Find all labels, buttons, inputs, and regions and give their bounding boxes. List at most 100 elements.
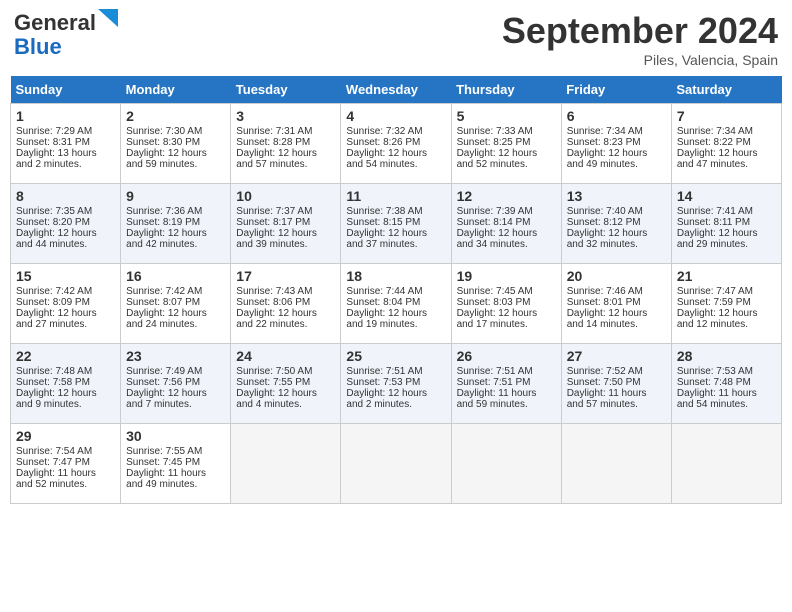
sunrise-text: Sunrise: 7:38 AM bbox=[346, 206, 422, 217]
daylight-text: Daylight: 12 hours and 14 minutes. bbox=[567, 308, 648, 330]
sunset-text: Sunset: 7:51 PM bbox=[457, 377, 531, 388]
sunset-text: Sunset: 8:19 PM bbox=[126, 217, 200, 228]
sunrise-text: Sunrise: 7:41 AM bbox=[677, 206, 753, 217]
daylight-text: Daylight: 12 hours and 19 minutes. bbox=[346, 308, 427, 330]
sunset-text: Sunset: 8:26 PM bbox=[346, 137, 420, 148]
daylight-text: Daylight: 12 hours and 27 minutes. bbox=[16, 308, 97, 330]
calendar-cell: 1Sunrise: 7:29 AMSunset: 8:31 PMDaylight… bbox=[11, 104, 121, 184]
day-number: 14 bbox=[677, 188, 776, 204]
sunrise-text: Sunrise: 7:47 AM bbox=[677, 286, 753, 297]
day-header-wednesday: Wednesday bbox=[341, 76, 451, 104]
day-number: 21 bbox=[677, 268, 776, 284]
calendar-cell: 9Sunrise: 7:36 AMSunset: 8:19 PMDaylight… bbox=[121, 184, 231, 264]
day-number: 23 bbox=[126, 348, 225, 364]
sunset-text: Sunset: 8:28 PM bbox=[236, 137, 310, 148]
sunrise-text: Sunrise: 7:46 AM bbox=[567, 286, 643, 297]
sunrise-text: Sunrise: 7:42 AM bbox=[16, 286, 92, 297]
sunrise-text: Sunrise: 7:32 AM bbox=[346, 126, 422, 137]
calendar-cell: 13Sunrise: 7:40 AMSunset: 8:12 PMDayligh… bbox=[561, 184, 671, 264]
sunset-text: Sunset: 8:25 PM bbox=[457, 137, 531, 148]
calendar-cell: 15Sunrise: 7:42 AMSunset: 8:09 PMDayligh… bbox=[11, 264, 121, 344]
sunrise-text: Sunrise: 7:54 AM bbox=[16, 446, 92, 457]
daylight-text: Daylight: 12 hours and 22 minutes. bbox=[236, 308, 317, 330]
calendar-cell: 19Sunrise: 7:45 AMSunset: 8:03 PMDayligh… bbox=[451, 264, 561, 344]
sunrise-text: Sunrise: 7:34 AM bbox=[677, 126, 753, 137]
daylight-text: Daylight: 13 hours and 2 minutes. bbox=[16, 148, 97, 170]
daylight-text: Daylight: 12 hours and 7 minutes. bbox=[126, 388, 207, 410]
sunset-text: Sunset: 8:09 PM bbox=[16, 297, 90, 308]
calendar-week-4: 22Sunrise: 7:48 AMSunset: 7:58 PMDayligh… bbox=[11, 344, 782, 424]
logo-general: General bbox=[14, 10, 96, 36]
day-number: 8 bbox=[16, 188, 115, 204]
sunset-text: Sunset: 8:06 PM bbox=[236, 297, 310, 308]
sunset-text: Sunset: 8:15 PM bbox=[346, 217, 420, 228]
calendar-cell: 18 Sunrise: 7:44 AMSunset: 8:04 PMDayligh… bbox=[341, 264, 451, 344]
sunset-text: Sunset: 7:53 PM bbox=[346, 377, 420, 388]
daylight-text: Daylight: 12 hours and 4 minutes. bbox=[236, 388, 317, 410]
daylight-text: Daylight: 12 hours and 52 minutes. bbox=[457, 148, 538, 170]
sunrise-text: Sunrise: 7:51 AM bbox=[457, 366, 533, 377]
calendar-cell bbox=[561, 424, 671, 504]
daylight-text: Daylight: 12 hours and 29 minutes. bbox=[677, 228, 758, 250]
daylight-text: Daylight: 12 hours and 37 minutes. bbox=[346, 228, 427, 250]
month-title: September 2024 bbox=[502, 10, 778, 52]
sunset-text: Sunset: 8:17 PM bbox=[236, 217, 310, 228]
calendar-cell: 5Sunrise: 7:33 AMSunset: 8:25 PMDaylight… bbox=[451, 104, 561, 184]
day-number: 30 bbox=[126, 428, 225, 444]
daylight-text: Daylight: 12 hours and 59 minutes. bbox=[126, 148, 207, 170]
calendar-cell bbox=[451, 424, 561, 504]
day-number: 12 bbox=[457, 188, 556, 204]
calendar-cell: 27Sunrise: 7:52 AMSunset: 7:50 PMDayligh… bbox=[561, 344, 671, 424]
calendar-cell: 17Sunrise: 7:43 AMSunset: 8:06 PMDayligh… bbox=[231, 264, 341, 344]
sunrise-text: Sunrise: 7:55 AM bbox=[126, 446, 202, 457]
sunset-text: Sunset: 8:23 PM bbox=[567, 137, 641, 148]
sunset-text: Sunset: 8:03 PM bbox=[457, 297, 531, 308]
day-number: 26 bbox=[457, 348, 556, 364]
calendar-week-3: 15Sunrise: 7:42 AMSunset: 8:09 PMDayligh… bbox=[11, 264, 782, 344]
daylight-text: Daylight: 12 hours and 49 minutes. bbox=[567, 148, 648, 170]
sunset-text: Sunset: 7:55 PM bbox=[236, 377, 310, 388]
daylight-text: Daylight: 11 hours and 59 minutes. bbox=[457, 388, 537, 410]
day-number: 20 bbox=[567, 268, 666, 284]
sunset-text: Sunset: 8:07 PM bbox=[126, 297, 200, 308]
day-number: 11 bbox=[346, 188, 445, 204]
daylight-text: Daylight: 12 hours and 9 minutes. bbox=[16, 388, 97, 410]
calendar-cell: 16Sunrise: 7:42 AMSunset: 8:07 PMDayligh… bbox=[121, 264, 231, 344]
day-number: 24 bbox=[236, 348, 335, 364]
sunset-text: Sunset: 8:30 PM bbox=[126, 137, 200, 148]
calendar-week-1: 1Sunrise: 7:29 AMSunset: 8:31 PMDaylight… bbox=[11, 104, 782, 184]
sunset-text: Sunset: 8:20 PM bbox=[16, 217, 90, 228]
daylight-text: Daylight: 12 hours and 57 minutes. bbox=[236, 148, 317, 170]
daylight-text: Daylight: 12 hours and 44 minutes. bbox=[16, 228, 97, 250]
sunrise-text: Sunrise: 7:37 AM bbox=[236, 206, 312, 217]
calendar-cell: 7Sunrise: 7:34 AMSunset: 8:22 PMDaylight… bbox=[671, 104, 781, 184]
day-number: 1 bbox=[16, 108, 115, 124]
calendar-cell: 12Sunrise: 7:39 AMSunset: 8:14 PMDayligh… bbox=[451, 184, 561, 264]
calendar-cell: 14Sunrise: 7:41 AMSunset: 8:11 PMDayligh… bbox=[671, 184, 781, 264]
sunset-text: Sunset: 7:45 PM bbox=[126, 457, 200, 468]
calendar-cell bbox=[231, 424, 341, 504]
sunrise-text: Sunrise: 7:39 AM bbox=[457, 206, 533, 217]
sunset-text: Sunset: 8:04 PM bbox=[346, 297, 420, 308]
calendar-cell: 20 Sunrise: 7:46 AMSunset: 8:01 PMDayligh… bbox=[561, 264, 671, 344]
sunrise-text: Sunrise: 7:36 AM bbox=[126, 206, 202, 217]
sunset-text: Sunset: 7:56 PM bbox=[126, 377, 200, 388]
daylight-text: Daylight: 12 hours and 32 minutes. bbox=[567, 228, 648, 250]
sunset-text: Sunset: 8:01 PM bbox=[567, 297, 641, 308]
calendar-cell: 8Sunrise: 7:35 AMSunset: 8:20 PMDaylight… bbox=[11, 184, 121, 264]
daylight-text: Daylight: 12 hours and 39 minutes. bbox=[236, 228, 317, 250]
day-header-saturday: Saturday bbox=[671, 76, 781, 104]
day-number: 16 bbox=[126, 268, 225, 284]
calendar-cell: 23Sunrise: 7:49 AMSunset: 7:56 PMDayligh… bbox=[121, 344, 231, 424]
sunset-text: Sunset: 7:50 PM bbox=[567, 377, 641, 388]
day-number: 18 bbox=[346, 268, 445, 284]
logo-arrow-icon bbox=[98, 9, 118, 27]
logo-blue: Blue bbox=[14, 34, 62, 59]
daylight-text: Daylight: 12 hours and 34 minutes. bbox=[457, 228, 538, 250]
day-number: 5 bbox=[457, 108, 556, 124]
sunrise-text: Sunrise: 7:44 AM bbox=[346, 286, 422, 297]
day-header-tuesday: Tuesday bbox=[231, 76, 341, 104]
calendar-table: SundayMondayTuesdayWednesdayThursdayFrid… bbox=[10, 76, 782, 504]
daylight-text: Daylight: 12 hours and 12 minutes. bbox=[677, 308, 758, 330]
calendar-cell: 24Sunrise: 7:50 AMSunset: 7:55 PMDayligh… bbox=[231, 344, 341, 424]
